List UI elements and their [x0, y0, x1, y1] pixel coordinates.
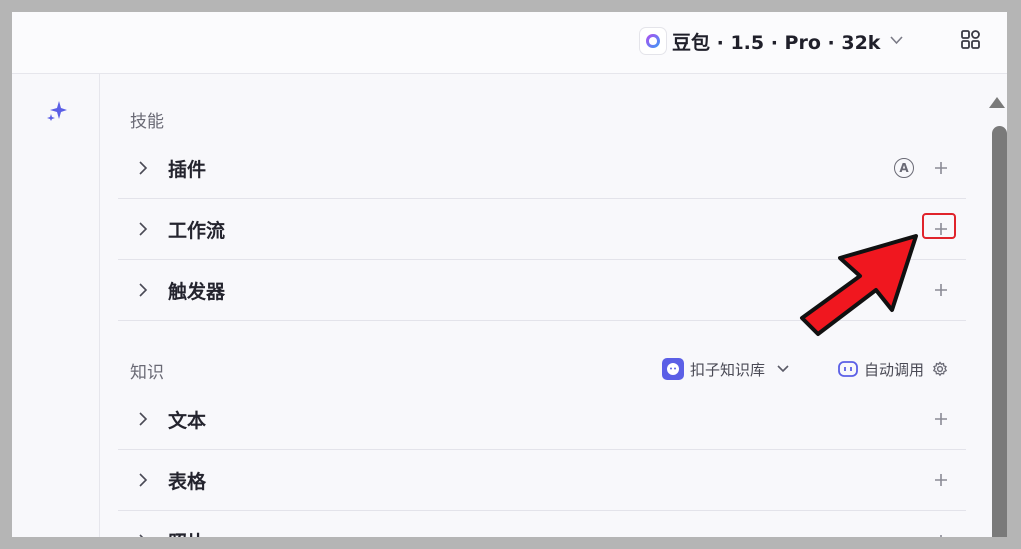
knowledge-row-table[interactable]: 表格	[118, 450, 966, 511]
red-arrow-icon	[800, 234, 918, 336]
knowledge-label: 文本	[168, 409, 207, 432]
auto-call-icon	[838, 361, 858, 377]
chevron-right-icon	[139, 161, 148, 175]
add-text-button[interactable]	[934, 412, 948, 426]
scrollbar-thumb[interactable]	[992, 126, 1007, 537]
skill-label: 触发器	[168, 280, 226, 303]
auto-call-label: 自动调用	[864, 360, 925, 379]
knowledge-source-selector[interactable]: 扣子知识库	[662, 357, 789, 381]
add-table-button[interactable]	[934, 473, 948, 487]
highlight-box	[922, 213, 956, 239]
sparkle-icon[interactable]	[47, 99, 69, 121]
auto-a-icon[interactable]: A	[894, 158, 914, 178]
model-selector[interactable]: 豆包 · 1.5 · Pro · 32k	[640, 26, 904, 56]
chevron-right-icon	[139, 534, 144, 537]
skill-label: 插件	[168, 158, 207, 181]
add-photo-button[interactable]	[934, 534, 948, 537]
section-title-knowledge: 知识	[130, 363, 164, 383]
knowledge-row-photo[interactable]: 照片	[118, 511, 966, 537]
add-plugin-button[interactable]	[934, 161, 948, 175]
auto-call-toggle[interactable]: 自动调用	[838, 357, 948, 381]
add-trigger-button[interactable]	[934, 283, 948, 297]
knowledge-source-label: 扣子知识库	[690, 360, 766, 379]
grid-icon[interactable]	[960, 29, 982, 51]
scroll-up-arrow[interactable]	[989, 97, 1005, 108]
skill-row-plugins[interactable]: 插件 A	[118, 138, 966, 199]
chevron-right-icon	[139, 412, 148, 426]
section-title-skills: 技能	[130, 112, 164, 132]
left-rail	[12, 74, 100, 537]
chevron-down-icon	[890, 34, 904, 49]
knowledge-label: 照片	[168, 528, 206, 538]
chevron-right-icon	[139, 222, 148, 236]
skill-label: 工作流	[168, 219, 226, 242]
top-bar: 豆包 · 1.5 · Pro · 32k	[12, 12, 1007, 74]
doubao-logo-icon	[640, 28, 666, 54]
knowledge-row-text[interactable]: 文本	[118, 389, 966, 450]
chevron-down-icon	[777, 365, 789, 373]
model-name: 豆包 · 1.5 · Pro · 32k	[672, 31, 881, 54]
knowledge-label: 表格	[168, 470, 207, 493]
knowledge-base-icon	[662, 358, 684, 380]
chevron-right-icon	[139, 283, 148, 297]
settings-gear-icon[interactable]	[932, 361, 948, 377]
chevron-right-icon	[139, 473, 148, 487]
